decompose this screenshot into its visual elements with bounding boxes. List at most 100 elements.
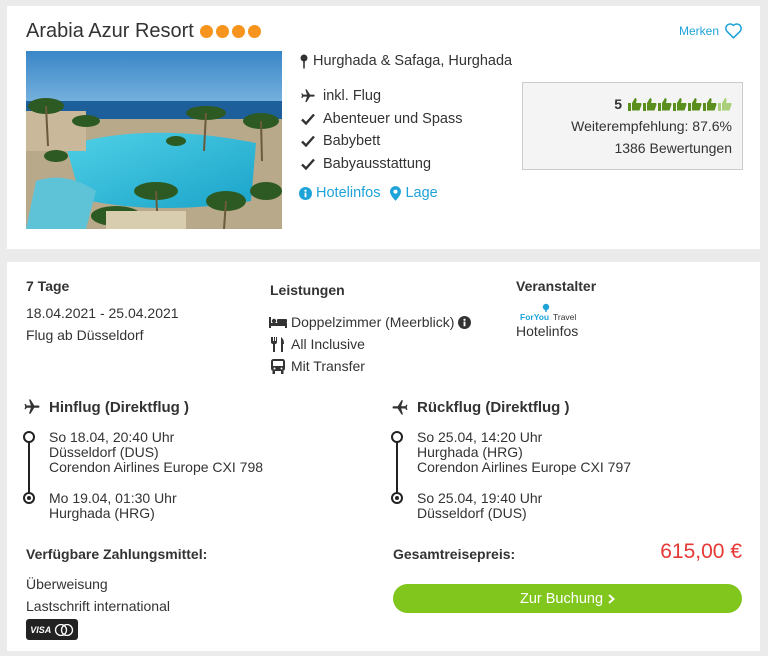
trip-dates: 18.04.2021 - 25.04.2021 (26, 305, 179, 321)
pin-icon (300, 54, 308, 68)
recommendation-text: Weiterempfehlung: 87.6% (571, 118, 732, 134)
timeline-line (396, 437, 398, 500)
bus-icon (271, 358, 285, 374)
leistung-item: Mit Transfer (269, 355, 471, 377)
outbound-arr-airport: Hurghada (HRG) (49, 505, 155, 521)
thumb-up-icon (628, 98, 642, 111)
svg-text:ForYou: ForYou (520, 312, 549, 322)
rating-score-row: 5 (533, 93, 732, 115)
book-button-label: Zur Buchung (519, 590, 604, 607)
payment-method: Überweisung (26, 576, 108, 592)
leistung-label: Mit Transfer (291, 358, 365, 374)
return-arr-airport: Düsseldorf (DUS) (417, 505, 527, 521)
outbound-timeline: So 18.04, 20:40 Uhr Düsseldorf (DUS) Cor… (23, 429, 353, 521)
total-price: 615,00 € (660, 540, 742, 563)
trip-duration: 7 Tage (26, 278, 70, 294)
timeline-line (28, 437, 30, 500)
veranstalter-hotelinfos-link[interactable]: Hotelinfos (516, 323, 578, 339)
cutlery-icon (271, 336, 284, 352)
map-marker-icon (390, 185, 402, 201)
outbound-dep-airport: Düsseldorf (DUS) (49, 444, 159, 460)
outbound-header: Hinflug (Direktflug ) (23, 398, 189, 416)
feature-item: Abenteuer und Spass (299, 108, 462, 131)
leistungen-title: Leistungen (270, 282, 345, 298)
return-timeline: So 25.04, 14:20 Uhr Hurghada (HRG) Coren… (391, 429, 731, 521)
hotelinfos-link[interactable]: Hotelinfos (299, 185, 380, 201)
svg-text:Travel: Travel (553, 312, 576, 322)
bed-icon (269, 317, 287, 328)
trip-departure: Flug ab Düsseldorf (26, 327, 144, 343)
return-header: Rückflug (Direktflug ) (391, 398, 570, 416)
leistung-item: All Inclusive (269, 333, 471, 355)
lage-label: Lage (405, 185, 438, 201)
book-button[interactable]: Zur Buchung (393, 584, 742, 613)
feature-item: inkl. Flug (299, 85, 462, 108)
feature-list: inkl. Flug Abenteuer und Spass Babybett … (299, 85, 462, 175)
star-icon (247, 25, 261, 38)
veranstalter-logo[interactable]: ForYou Travel (519, 303, 581, 323)
return-title: Rückflug (Direktflug ) (417, 398, 570, 416)
thumb-up-icon (673, 98, 687, 111)
merken-button[interactable]: Merken (679, 22, 743, 39)
hotel-photo[interactable] (26, 51, 282, 229)
reviews-count: 1386 Bewertungen (614, 140, 732, 156)
outbound-dep-time: So 18.04, 20:40 Uhr (49, 429, 175, 445)
payment-method: Lastschrift international (26, 598, 170, 614)
rating-box[interactable]: 5 Weiterempfehlung: 87.6% 1386 Bewertung… (522, 82, 743, 170)
visa-logo: VISA (30, 624, 52, 635)
return-arr-time: So 25.04, 19:40 Uhr (417, 490, 543, 506)
info-icon[interactable] (458, 315, 472, 329)
outbound-airline: Corendon Airlines Europe CXI 798 (49, 459, 264, 475)
thumbs-rating (628, 97, 732, 111)
thumb-up-icon (643, 98, 657, 111)
credit-cards-badge: VISA (26, 619, 78, 640)
feature-label: Babybett (323, 133, 381, 150)
trip-card: 7 Tage 18.04.2021 - 25.04.2021 Flug ab D… (7, 262, 760, 651)
feature-item: Babyausstattung (299, 153, 462, 176)
payment-title: Verfügbare Zahlungsmittel: (26, 546, 208, 562)
arrival-dot (23, 492, 35, 504)
hotel-stars (199, 25, 261, 38)
veranstalter-title: Veranstalter (516, 278, 597, 294)
plane-icon (299, 88, 317, 104)
hotel-location: Hurghada & Safaga, Hurghada (299, 53, 512, 69)
check-icon (299, 135, 317, 148)
leistungen-list: Doppelzimmer (Meerblick) All Inclusive M… (269, 311, 472, 377)
departure-dot (391, 431, 403, 443)
location-text: Hurghada & Safaga, Hurghada (313, 53, 513, 69)
return-dep-time: So 25.04, 14:20 Uhr (417, 429, 543, 445)
hotel-title[interactable]: Arabia Azur Resort (26, 20, 261, 43)
outbound-arr-time: Mo 19.04, 01:30 Uhr (49, 490, 177, 506)
check-icon (299, 113, 317, 125)
feature-item: Babybett (299, 130, 462, 153)
chevron-right-icon (608, 593, 616, 604)
heart-icon (725, 23, 742, 39)
mastercard-icon (54, 623, 73, 636)
hotelinfos-label: Hotelinfos (316, 185, 381, 201)
feature-label: Babyausstattung (323, 155, 432, 172)
leistung-label: All Inclusive (291, 336, 365, 352)
feature-label: Abenteuer und Spass (323, 110, 463, 127)
total-price-label: Gesamtreisepreis: (393, 546, 516, 562)
thumb-up-icon (688, 98, 702, 111)
star-icon (231, 25, 245, 38)
info-icon (299, 186, 312, 200)
lage-link[interactable]: Lage (390, 185, 438, 201)
hotel-card: Arabia Azur Resort Merken Hurghada & Saf… (7, 6, 760, 249)
rating-score: 5 (614, 96, 622, 112)
plane-icon (392, 400, 408, 415)
thumb-up-icon (703, 98, 717, 111)
star-icon (199, 25, 213, 38)
return-airline: Corendon Airlines Europe CXI 797 (417, 459, 632, 475)
thumb-up-icon (658, 98, 672, 111)
check-icon (299, 158, 317, 170)
return-dep-airport: Hurghada (HRG) (417, 444, 523, 460)
feature-label: inkl. Flug (323, 88, 382, 105)
leistung-label: Doppelzimmer (Meerblick) (291, 314, 455, 330)
leistung-item: Doppelzimmer (Meerblick) (269, 311, 472, 333)
thumb-up-half-icon (718, 98, 732, 111)
arrival-dot (391, 492, 403, 504)
hotel-name[interactable]: Arabia Azur Resort (26, 20, 194, 43)
hotel-links: Hotelinfos Lage (299, 185, 438, 201)
merken-label: Merken (678, 23, 719, 38)
